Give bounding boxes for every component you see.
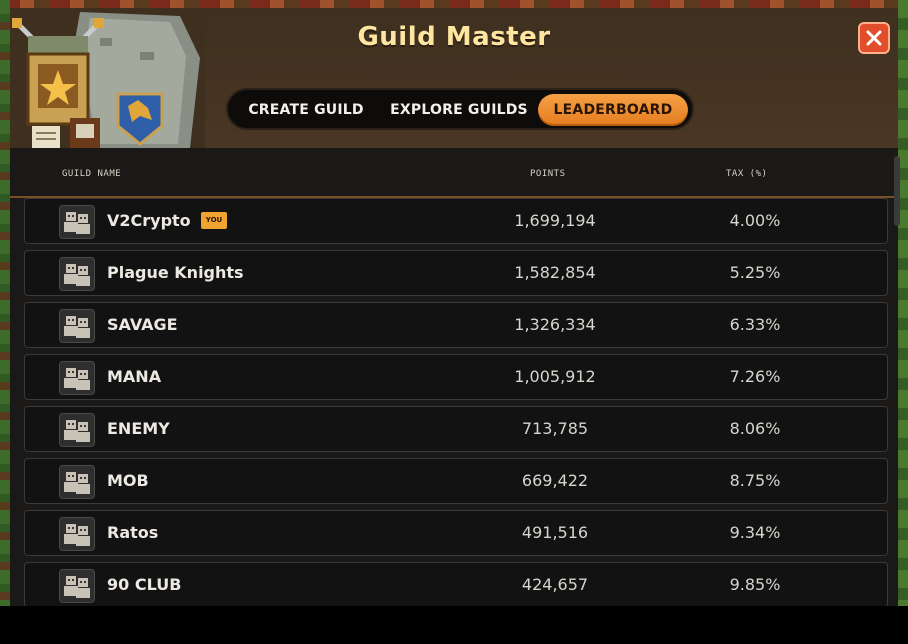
scrollbar[interactable] <box>894 156 900 226</box>
table-row[interactable]: V2Crypto YOU 1,699,194 4.00% <box>24 198 888 244</box>
you-badge: YOU <box>201 212 227 229</box>
bottom-bar <box>0 606 908 644</box>
leaderboard-header: GUILD NAME POINTS TAX (%) <box>10 148 898 198</box>
table-row[interactable]: Plague Knights 1,582,854 5.25% <box>24 250 888 296</box>
tab-create-guild[interactable]: CREATE GUILD <box>242 94 370 126</box>
close-icon <box>866 30 882 46</box>
background-right <box>898 0 908 610</box>
guild-name: SAVAGE <box>107 315 178 334</box>
guild-tax: 6.33% <box>729 315 781 334</box>
guild-avatar-icon <box>59 205 95 239</box>
guild-tax: 8.75% <box>729 471 781 490</box>
guild-name: 90 CLUB <box>107 575 182 594</box>
guild-name: Ratos <box>107 523 159 542</box>
guild-avatar-icon <box>59 257 95 291</box>
guild-avatar-icon <box>59 361 95 395</box>
column-header-points: POINTS <box>530 169 566 179</box>
guild-points: 713,785 <box>521 419 589 438</box>
tab-bar: CREATE GUILD EXPLORE GUILDS LEADERBOARD <box>226 88 694 130</box>
panel-header: Guild Master CREATE GUILD EXPLORE GUILDS… <box>10 8 898 148</box>
guild-avatar-icon <box>59 517 95 551</box>
guild-points: 491,516 <box>521 523 589 542</box>
background-top <box>0 0 908 8</box>
guild-tax: 5.25% <box>729 263 781 282</box>
guild-points: 1,582,854 <box>514 263 596 282</box>
table-row[interactable]: SAVAGE 1,326,334 6.33% <box>24 302 888 348</box>
guild-points: 424,657 <box>521 575 589 594</box>
table-row[interactable]: 90 CLUB 424,657 9.85% <box>24 562 888 608</box>
guild-tax: 4.00% <box>729 211 781 230</box>
guild-name: V2Crypto <box>107 211 191 230</box>
guild-tax: 9.34% <box>729 523 781 542</box>
guild-avatar-icon <box>59 309 95 343</box>
tab-leaderboard[interactable]: LEADERBOARD <box>538 94 688 126</box>
table-row[interactable]: MOB 669,422 8.75% <box>24 458 888 504</box>
leaderboard-list: V2Crypto YOU 1,699,194 4.00% Plague Knig… <box>24 198 888 614</box>
guild-name: Plague Knights <box>107 263 244 282</box>
guild-master-panel: Guild Master CREATE GUILD EXPLORE GUILDS… <box>10 8 900 608</box>
guild-points: 669,422 <box>521 471 589 490</box>
tab-explore-guilds[interactable]: EXPLORE GUILDS <box>388 94 530 126</box>
guild-points: 1,005,912 <box>514 367 596 386</box>
guild-tax: 9.85% <box>729 575 781 594</box>
table-row[interactable]: ENEMY 713,785 8.06% <box>24 406 888 452</box>
guild-avatar-icon <box>59 569 95 603</box>
background-left <box>0 0 10 610</box>
guild-points: 1,699,194 <box>514 211 596 230</box>
guild-avatar-icon <box>59 465 95 499</box>
close-button[interactable] <box>858 22 890 54</box>
column-header-guild-name: GUILD NAME <box>62 169 122 179</box>
page-title: Guild Master <box>357 22 551 52</box>
guild-avatar-icon <box>59 413 95 447</box>
guild-name: MANA <box>107 367 162 386</box>
guild-tax: 7.26% <box>729 367 781 386</box>
guild-name: MOB <box>107 471 149 490</box>
guild-tax: 8.06% <box>729 419 781 438</box>
column-header-tax: TAX (%) <box>726 169 768 179</box>
guild-name: ENEMY <box>107 419 170 438</box>
guild-points: 1,326,334 <box>514 315 596 334</box>
table-row[interactable]: MANA 1,005,912 7.26% <box>24 354 888 400</box>
table-row[interactable]: Ratos 491,516 9.34% <box>24 510 888 556</box>
